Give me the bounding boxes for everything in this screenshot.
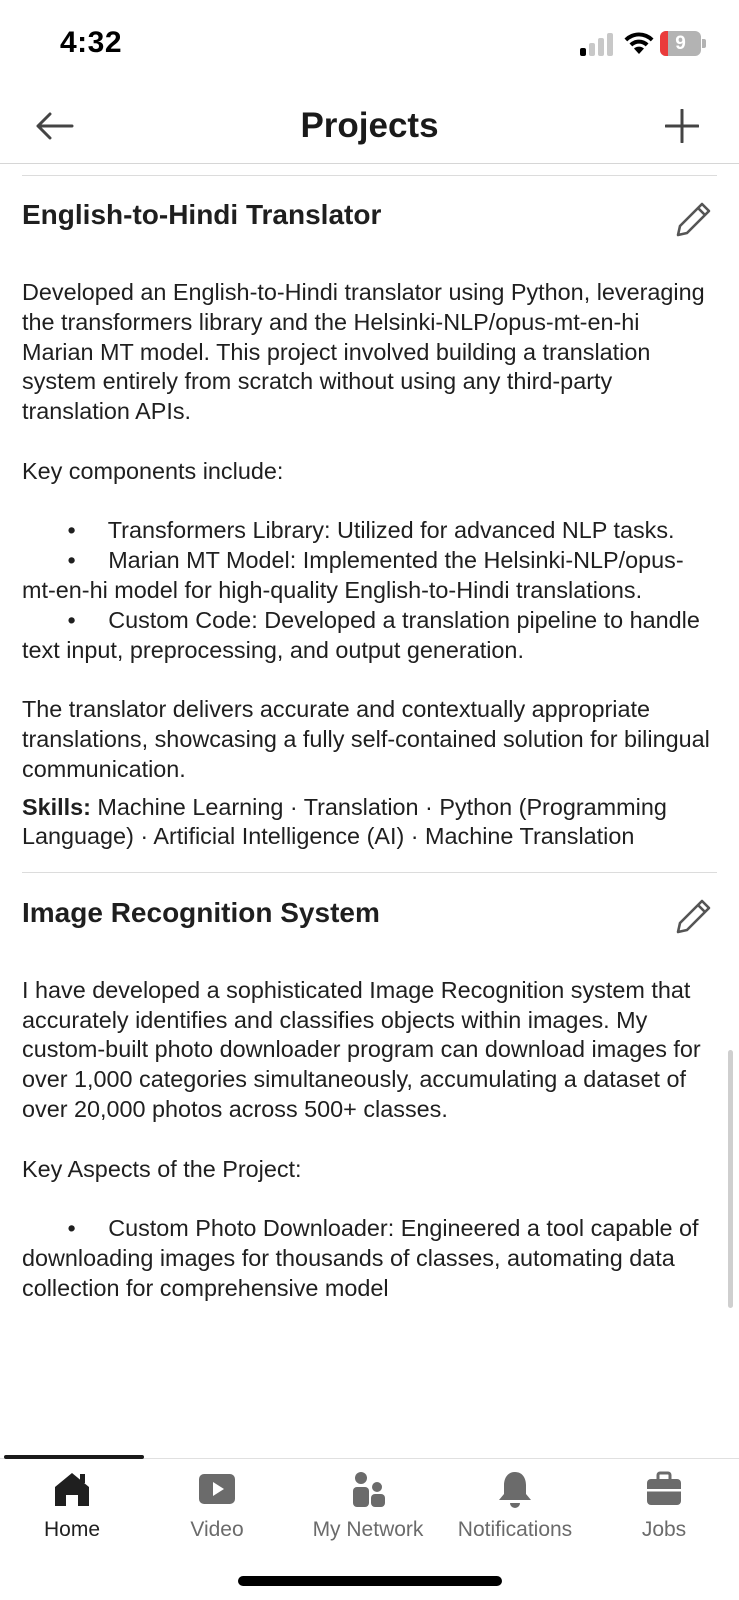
project-title: Image Recognition System	[22, 896, 380, 928]
status-bar: 4:32 9	[0, 0, 739, 88]
status-time: 4:32	[60, 26, 123, 59]
description-outro: The translator delivers accurate and con…	[22, 696, 717, 782]
skills-line: Skills: Machine Learning · Translation ·…	[22, 793, 717, 852]
pencil-icon	[676, 899, 711, 934]
video-icon	[199, 1474, 235, 1504]
bullet-item: • Transformers Library: Utilized for adv…	[22, 517, 675, 544]
tab-video[interactable]: Video	[143, 1469, 291, 1549]
description-intro: Developed an English-to-Hindi translator…	[22, 279, 712, 425]
home-indicator[interactable]	[238, 1576, 502, 1586]
project-card: Image Recognition System I have develope…	[0, 873, 739, 1304]
scrollbar[interactable]	[728, 1050, 733, 1308]
edit-project-button[interactable]	[673, 198, 715, 240]
active-tab-indicator	[4, 1455, 144, 1459]
tab-jobs[interactable]: Jobs	[590, 1469, 738, 1549]
bullet-item: • Custom Code: Developed a translation p…	[22, 606, 707, 663]
project-description: Developed an English-to-Hindi translator…	[22, 278, 717, 785]
cellular-signal-icon	[580, 32, 616, 56]
key-aspects-heading: Key Aspects of the Project:	[22, 1155, 302, 1182]
top-nav-bar: Projects	[0, 88, 739, 164]
description-intro: I have developed a sophisticated Image R…	[22, 976, 708, 1122]
skills-list: Machine Learning · Translation · Python …	[22, 793, 667, 850]
bullet-item: • Marian MT Model: Implemented the Helsi…	[22, 547, 684, 603]
project-card: English-to-Hindi Translator Developed an…	[0, 176, 739, 852]
project-description: I have developed a sophisticated Image R…	[22, 976, 717, 1304]
projects-list[interactable]: English-to-Hindi Translator Developed an…	[0, 165, 739, 1458]
bell-icon	[499, 1472, 531, 1508]
tab-home[interactable]: Home	[0, 1469, 146, 1549]
pencil-icon	[676, 202, 711, 237]
tab-notifications[interactable]: Notifications	[441, 1469, 589, 1549]
wifi-icon	[624, 32, 654, 54]
edit-project-button[interactable]	[673, 895, 715, 937]
screen: 4:32 9 Projects English-to-Hindi Transla…	[0, 0, 739, 1600]
project-title: English-to-Hindi Translator	[22, 199, 382, 230]
plus-icon	[665, 109, 699, 143]
add-project-button[interactable]	[658, 102, 706, 150]
network-icon	[353, 1472, 385, 1507]
tab-my-network[interactable]: My Network	[294, 1469, 442, 1549]
key-components-heading: Key components include:	[22, 457, 284, 484]
battery-percent: 9	[675, 33, 686, 54]
skills-label: Skills:	[22, 793, 91, 820]
home-icon	[55, 1473, 89, 1506]
battery-icon: 9	[660, 31, 706, 56]
briefcase-icon	[647, 1471, 681, 1505]
page-title: Projects	[300, 106, 439, 145]
bullet-item: • Custom Photo Downloader: Engineered a …	[22, 1215, 706, 1301]
